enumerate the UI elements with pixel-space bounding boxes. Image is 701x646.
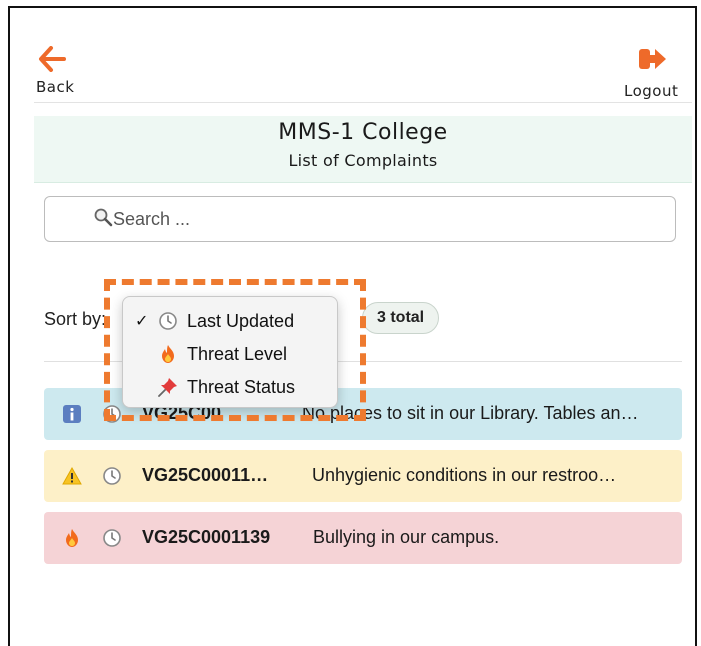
logout-label: Logout [624, 82, 679, 100]
clock-icon [103, 529, 121, 547]
college-name: MMS-1 College [278, 120, 448, 145]
page-header: MMS-1 College List of Complaints [34, 116, 692, 183]
complaint-id: VG25C0001139 [142, 527, 271, 547]
sort-option-last-updated[interactable]: ✓ Last Updated [123, 305, 337, 337]
complaint-row[interactable]: VG25C00011… Unhygienic conditions in our… [44, 450, 682, 502]
count-badge: 3 total [362, 302, 440, 334]
clock-icon [103, 467, 121, 485]
sort-label: Sort by: [44, 309, 107, 329]
top-divider [34, 102, 692, 103]
info-icon [63, 405, 81, 423]
search-box[interactable] [44, 196, 676, 242]
search-input[interactable] [113, 206, 653, 232]
complaint-id: VG25C00011… [142, 465, 269, 485]
checkmark-icon: ✓ [135, 313, 149, 330]
warning-icon [62, 466, 82, 485]
complaint-description: Unhygienic conditions in our restroo… [312, 465, 617, 485]
clock-icon [103, 405, 121, 423]
sort-dropdown-menu: ✓ Last Updated Threat Level Threat Statu… [122, 296, 338, 408]
fire-icon [162, 345, 174, 363]
page-title: List of Complaints [288, 151, 438, 170]
search-icon [94, 208, 113, 227]
sort-option-label: Last Updated [187, 311, 295, 331]
fire-icon [66, 529, 78, 547]
sort-option-threat-status[interactable]: Threat Status [123, 371, 337, 403]
sort-option-threat-level[interactable]: Threat Level [123, 338, 337, 370]
back-label: Back [36, 78, 75, 96]
back-button[interactable]: Back [36, 44, 96, 100]
complaint-row[interactable]: VG25C0001139 Bullying in our campus. [44, 512, 682, 564]
complaint-description: No places to sit in our Library. Tables … [302, 403, 639, 423]
arrow-left-icon [39, 46, 66, 72]
pushpin-icon [158, 378, 177, 397]
logout-button[interactable]: Logout [618, 44, 690, 100]
sort-option-label: Threat Level [187, 344, 288, 364]
logout-icon [639, 49, 666, 69]
clock-icon [159, 312, 177, 330]
complaint-description: Bullying in our campus. [313, 527, 500, 547]
sort-option-label: Threat Status [187, 377, 296, 397]
